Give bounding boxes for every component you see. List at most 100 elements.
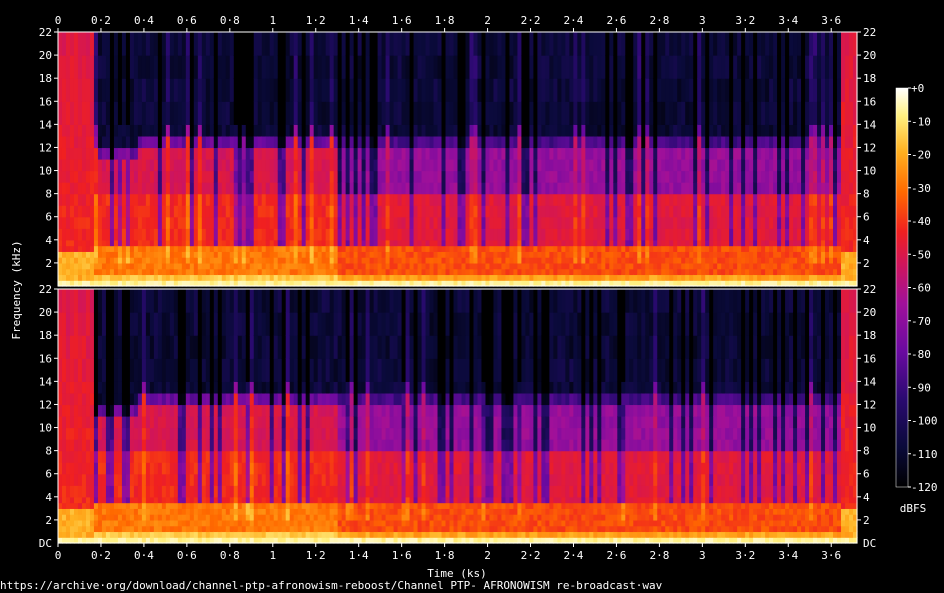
spectrogram-cell (589, 239, 594, 247)
spectrogram-cell (85, 462, 91, 475)
spectrogram-cell (525, 205, 530, 218)
spectrogram-cell (281, 257, 287, 264)
spectrogram-cell (209, 262, 215, 270)
spectrogram-cell (525, 147, 530, 160)
spectrogram-cell (133, 216, 139, 229)
spectrogram-cell (93, 404, 99, 417)
spectrogram-cell (309, 135, 315, 149)
spectrogram-cell (425, 274, 431, 281)
spectrogram-cell (373, 205, 379, 218)
spectrogram-cell (789, 205, 794, 218)
spectrogram-cell (125, 502, 131, 509)
spectrogram-cell (165, 205, 171, 218)
spectrogram-cell (81, 502, 87, 509)
spectrogram-cell (233, 228, 239, 241)
spectrogram-cell (553, 239, 558, 247)
spectrogram-cell (81, 335, 87, 359)
spectrogram-cell (409, 193, 415, 206)
spectrogram-cell (705, 101, 710, 125)
spectrogram-cell (161, 78, 167, 102)
spectrogram-cell (397, 182, 403, 195)
spectrogram-cell (325, 274, 331, 281)
spectrogram-cell (93, 239, 99, 247)
spectrogram-cell (457, 55, 463, 79)
spectrogram-cell (361, 101, 367, 125)
spectrogram-cell (605, 147, 610, 160)
spectrogram-cell (137, 335, 143, 359)
spectrogram-cell (389, 193, 395, 206)
spectrogram-cell (469, 239, 475, 247)
spectrogram-cell (157, 531, 163, 538)
spectrogram-cell (205, 205, 211, 218)
spectrogram-cell (273, 239, 279, 247)
spectrogram-cell (437, 78, 443, 102)
spectrogram-cell (349, 251, 355, 258)
spectrogram-cell (701, 268, 706, 276)
spectrogram-cell (321, 245, 327, 252)
spectrogram-cell (661, 101, 666, 125)
spectrogram-cell (149, 462, 155, 475)
spectrogram-cell (329, 257, 335, 264)
spectrogram-cell (717, 257, 722, 264)
spectrogram-cell (613, 159, 618, 172)
spectrogram-cell (61, 239, 67, 247)
spectrogram-cell (313, 78, 319, 102)
spectrogram-cell (737, 32, 742, 56)
spectrogram-cell (58, 78, 63, 102)
spectrogram-cell (697, 193, 702, 206)
spectrogram-cell (161, 392, 167, 406)
spectrogram-cell (637, 274, 642, 281)
spectrogram-cell (733, 101, 738, 125)
spectrogram-cell (589, 216, 594, 229)
spectrogram-cell (341, 228, 347, 241)
spectrogram-cell (821, 205, 826, 218)
spectrogram-cell (745, 228, 750, 241)
spectrogram-cell (109, 485, 115, 498)
spectrogram-cell (617, 239, 622, 247)
spectrogram-cell (93, 262, 99, 270)
spectrogram-cell (97, 508, 103, 515)
spectrogram-cell (553, 251, 558, 258)
spectrogram-cell (97, 335, 103, 359)
spectrogram-cell (605, 262, 610, 270)
spectrogram-cell (309, 159, 315, 172)
spectrogram-cell (429, 101, 435, 125)
spectrogram-cell (281, 239, 287, 247)
spectrogram-cell (125, 78, 131, 102)
spectrogram-cell (81, 514, 87, 521)
spectrogram-cell (121, 519, 127, 527)
spectrogram-cell (73, 439, 79, 452)
spectrogram-cell (181, 216, 187, 229)
spectrogram-cell (549, 101, 554, 125)
spectrogram-cell (577, 124, 582, 137)
spectrogram-cell (593, 205, 598, 218)
spectrogram-cell (789, 274, 794, 281)
spectrogram-cell (433, 159, 439, 172)
spectrogram-cell (413, 274, 419, 281)
spectrogram-cell (657, 32, 662, 56)
spectrogram-cell (565, 101, 570, 125)
spectrogram-cell (605, 135, 610, 149)
spectrogram-cell (729, 32, 734, 56)
spectrogram-cell (321, 274, 327, 281)
spectrogram-cell (85, 170, 91, 183)
spectrogram-cell (517, 228, 523, 241)
spectrogram-cell (58, 508, 63, 515)
spectrogram-cell (797, 262, 802, 270)
spectrogram-cell (161, 257, 167, 264)
spectrogram-cell (285, 205, 291, 218)
spectrogram-cell (457, 257, 463, 264)
spectrogram-cell (309, 147, 315, 160)
spectrogram-cell (125, 135, 131, 149)
spectrogram-cell (785, 55, 790, 79)
spectrogram-cell (341, 135, 347, 149)
spectrogram-cell (589, 135, 594, 149)
spectrogram-cell (313, 251, 319, 258)
spectrogram-cell (601, 135, 606, 149)
spectrogram-cell (73, 485, 79, 498)
spectrogram-cell (549, 216, 554, 229)
spectrogram-cell (757, 205, 762, 218)
spectrogram-cell (245, 262, 251, 270)
spectrogram-cell (229, 216, 235, 229)
spectrogram-cell (585, 193, 590, 206)
